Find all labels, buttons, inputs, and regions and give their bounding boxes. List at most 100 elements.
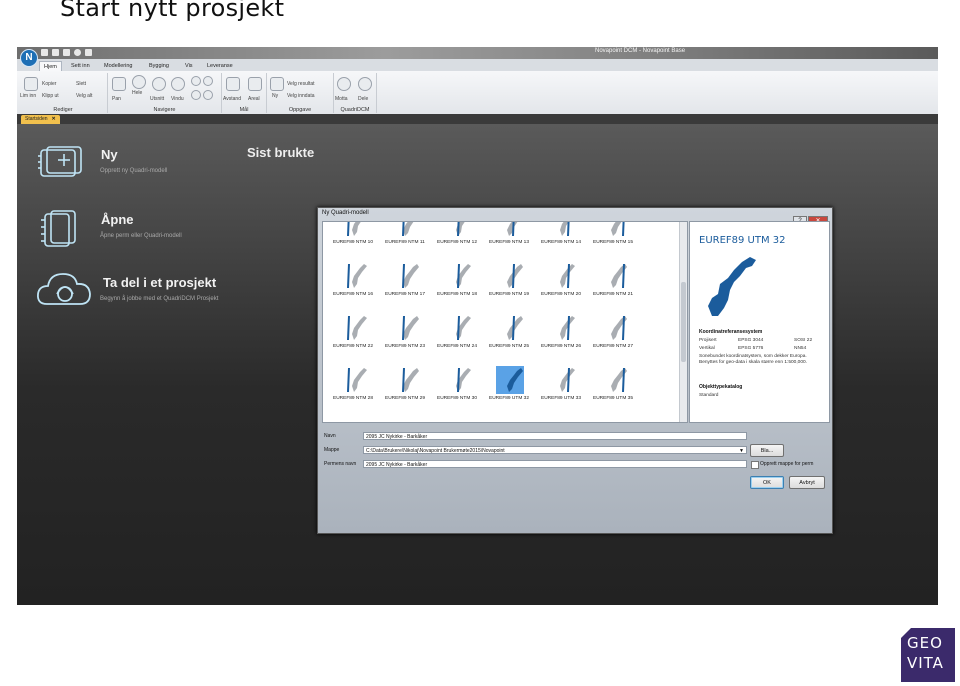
new-model-icon[interactable] bbox=[37, 144, 89, 184]
select-result-button[interactable]: Velg resultat bbox=[287, 81, 315, 87]
create-folder-checkbox[interactable] bbox=[751, 461, 759, 469]
projection-item[interactable]: EUREF89 NTM 11 bbox=[379, 222, 431, 254]
crs-description: Sonebundet koordinatsystem, som dekker E… bbox=[699, 354, 807, 365]
cloud-project-icon[interactable] bbox=[35, 268, 95, 312]
tab-sett-inn[interactable]: Sett inn bbox=[67, 61, 94, 71]
projection-label: EUREF89 NTM 19 bbox=[489, 292, 529, 297]
projection-item[interactable]: EUREF89 NTM 17 bbox=[379, 260, 431, 306]
close-icon[interactable]: ✕ bbox=[52, 116, 56, 122]
ribbon-group-oppgave: Ny Velg resultat Velg inndata Oppgave bbox=[267, 73, 334, 113]
projection-map-thumbnail bbox=[496, 262, 524, 290]
ruler-icon bbox=[226, 77, 240, 91]
name-label: Navn bbox=[324, 433, 336, 439]
tab-leveranse[interactable]: Leveranse bbox=[203, 61, 237, 71]
tab-bygging[interactable]: Bygging bbox=[145, 61, 173, 71]
ribbon-group-label: Navigere bbox=[153, 107, 176, 113]
projection-item[interactable]: EUREF89 UTM 35 bbox=[587, 364, 639, 410]
projection-label: EUREF89 NTM 10 bbox=[333, 240, 373, 245]
back-icon[interactable] bbox=[191, 76, 201, 86]
projection-label: EUREF89 NTM 16 bbox=[333, 292, 373, 297]
ribbon-group-quadri: Motta Dele QuadriDCM bbox=[334, 73, 377, 113]
catalog-heading: Objekttypekatalog bbox=[699, 384, 743, 390]
tab-label: Startsiden bbox=[25, 116, 48, 122]
projection-label: EUREF89 NTM 12 bbox=[437, 240, 477, 245]
projection-map-thumbnail bbox=[600, 314, 628, 342]
projection-item[interactable]: EUREF89 NTM 30 bbox=[431, 364, 483, 410]
projection-item[interactable]: EUREF89 NTM 24 bbox=[431, 312, 483, 358]
receive-button[interactable]: Motta bbox=[335, 96, 348, 102]
join-project-title[interactable]: Ta del i et prosjekt bbox=[103, 275, 216, 290]
open-title[interactable]: Åpne bbox=[101, 212, 134, 227]
ribbon-tab-bar: Hjem Sett inn Modellering Bygging Vis Le… bbox=[17, 59, 938, 72]
tab-startsiden[interactable]: Startsiden ✕ bbox=[21, 115, 60, 124]
zoom-extents-button[interactable]: Hele bbox=[132, 90, 142, 96]
projection-item[interactable]: EUREF89 NTM 28 bbox=[327, 364, 379, 410]
projection-label: EUREF89 NTM 22 bbox=[333, 344, 373, 349]
zoom-window-icon bbox=[152, 77, 166, 91]
new-title[interactable]: Ny bbox=[101, 147, 118, 162]
tab-modellering[interactable]: Modellering bbox=[100, 61, 136, 71]
projection-item[interactable]: EUREF89 NTM 21 bbox=[587, 260, 639, 306]
projection-label: EUREF89 NTM 17 bbox=[385, 292, 425, 297]
projection-item[interactable]: EUREF89 NTM 25 bbox=[483, 312, 535, 358]
ribbon-group-maal: Avstand Areal Mål bbox=[222, 73, 267, 113]
projection-item[interactable]: EUREF89 NTM 23 bbox=[379, 312, 431, 358]
view-button[interactable]: Vindu bbox=[171, 96, 184, 102]
ok-button[interactable]: OK bbox=[750, 476, 784, 489]
projection-item[interactable]: EUREF89 NTM 16 bbox=[327, 260, 379, 306]
cancel-button[interactable]: Avbryt bbox=[789, 476, 825, 489]
new-task-button[interactable]: Ny bbox=[272, 93, 278, 99]
select-input-button[interactable]: Velg inndata bbox=[287, 93, 315, 99]
zoom-window-button[interactable]: Utsnitt bbox=[150, 96, 164, 102]
name-input[interactable]: 2095 JC Nykirke - Barkåker bbox=[363, 432, 747, 440]
new-file-icon[interactable] bbox=[41, 49, 48, 56]
scroll-thumb[interactable] bbox=[681, 282, 686, 362]
area-button[interactable]: Areal bbox=[248, 96, 260, 102]
projection-item[interactable]: EUREF89 NTM 19 bbox=[483, 260, 535, 306]
chevron-down-icon[interactable]: ▼ bbox=[739, 447, 744, 453]
projection-item[interactable]: EUREF89 NTM 22 bbox=[327, 312, 379, 358]
cloud-icon[interactable] bbox=[74, 49, 81, 56]
projection-item[interactable]: EUREF89 NTM 27 bbox=[587, 312, 639, 358]
undo-icon[interactable] bbox=[85, 49, 92, 56]
pan-button[interactable]: Pan bbox=[112, 96, 121, 102]
projection-item[interactable]: EUREF89 NTM 20 bbox=[535, 260, 587, 306]
tab-vis[interactable]: Vis bbox=[181, 61, 197, 71]
save-icon[interactable] bbox=[63, 49, 70, 56]
projection-item[interactable]: EUREF89 NTM 15 bbox=[587, 222, 639, 254]
projection-label: EUREF89 UTM 33 bbox=[541, 396, 581, 401]
projection-map-thumbnail bbox=[548, 222, 576, 238]
select-all-button[interactable]: Velg alt bbox=[76, 93, 92, 99]
projection-item[interactable]: EUREF89 NTM 12 bbox=[431, 222, 483, 254]
projection-item[interactable]: EUREF89 UTM 32 bbox=[483, 364, 535, 410]
slide-title: Start nytt prosjekt bbox=[60, 0, 285, 22]
dialog-title: Ny Quadri-modell bbox=[322, 210, 369, 216]
projection-label: EUREF89 NTM 30 bbox=[437, 396, 477, 401]
cut-button[interactable]: Klipp ut bbox=[42, 93, 59, 99]
forward-icon[interactable] bbox=[203, 76, 213, 86]
copy-button[interactable]: Kopier bbox=[42, 81, 56, 87]
new-subtitle: Opprett ny Quadri-modell bbox=[100, 168, 168, 174]
grid-scrollbar[interactable] bbox=[679, 222, 687, 422]
projection-item[interactable]: EUREF89 UTM 33 bbox=[535, 364, 587, 410]
projection-map-thumbnail bbox=[340, 262, 368, 290]
delete-button[interactable]: Slett bbox=[76, 81, 86, 87]
pan-icon bbox=[112, 77, 126, 91]
open-folder-icon[interactable] bbox=[52, 49, 59, 56]
app-logo-button[interactable]: N bbox=[20, 49, 38, 67]
zoom-out-icon[interactable] bbox=[191, 90, 201, 100]
zoom-in-icon[interactable] bbox=[203, 90, 213, 100]
open-binder-icon[interactable] bbox=[37, 208, 89, 252]
projection-item[interactable]: EUREF89 NTM 13 bbox=[483, 222, 535, 254]
projection-item[interactable]: EUREF89 NTM 26 bbox=[535, 312, 587, 358]
paste-button[interactable]: Lim inn bbox=[20, 93, 36, 99]
folder-dropdown[interactable]: C:\Data\Brukere\Nikolaj\Novapoint Bruker… bbox=[363, 446, 747, 454]
projection-item[interactable]: EUREF89 NTM 18 bbox=[431, 260, 483, 306]
projection-item[interactable]: EUREF89 NTM 14 bbox=[535, 222, 587, 254]
projection-item[interactable]: EUREF89 NTM 29 bbox=[379, 364, 431, 410]
share-button[interactable]: Dele bbox=[358, 96, 368, 102]
projection-item[interactable]: EUREF89 NTM 10 bbox=[327, 222, 379, 254]
binder-name-input[interactable]: 2095 JC Nykirke - Barkåker bbox=[363, 460, 747, 468]
distance-button[interactable]: Avstand bbox=[223, 96, 241, 102]
browse-button[interactable]: Bla... bbox=[750, 444, 784, 457]
